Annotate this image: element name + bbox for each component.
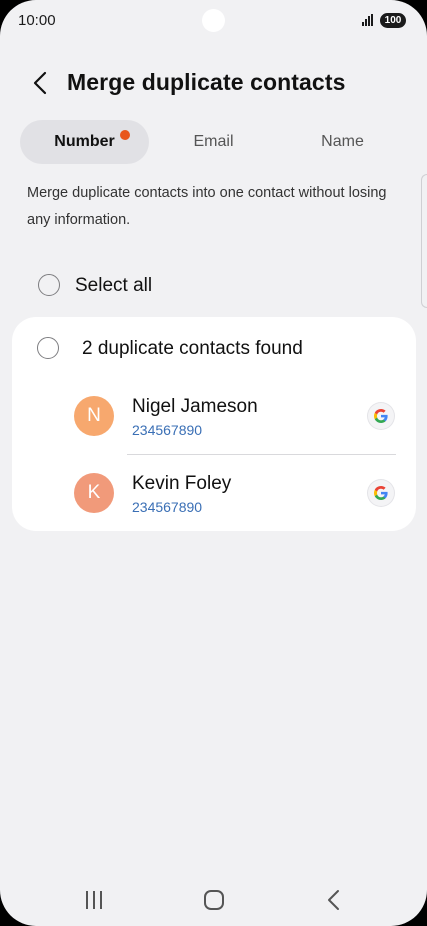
group-title: 2 duplicate contacts found	[82, 338, 303, 359]
duplicate-group-card: 2 duplicate contacts found N Nigel James…	[12, 317, 416, 531]
contact-row[interactable]: K Kevin Foley 234567890	[62, 460, 402, 526]
home-icon[interactable]	[204, 890, 224, 910]
navigation-bar	[0, 870, 427, 926]
tab-email[interactable]: Email	[160, 120, 267, 164]
avatar: K	[74, 473, 114, 513]
description-text: Merge duplicate contacts into one contac…	[27, 185, 387, 228]
select-all-row[interactable]: Select all	[26, 266, 406, 306]
contact-number: 234567890	[132, 422, 203, 438]
recents-icon[interactable]	[84, 891, 104, 909]
status-bar: 10:00 100	[0, 0, 427, 42]
tab-label: Number	[54, 133, 115, 150]
avatar: N	[74, 396, 114, 436]
contact-number: 234567890	[132, 499, 203, 515]
divider	[127, 454, 396, 455]
contact-name: Nigel Jameson	[132, 396, 258, 417]
contact-name: Kevin Foley	[132, 473, 232, 494]
tab-number[interactable]: Number	[20, 120, 149, 164]
tab-label: Email	[193, 133, 234, 150]
group-radio[interactable]	[37, 337, 59, 359]
status-time: 10:00	[18, 12, 56, 29]
select-all-label: Select all	[75, 275, 153, 296]
signal-icon	[362, 14, 376, 26]
tab-label: Name	[321, 133, 364, 150]
battery-icon: 100	[380, 13, 406, 28]
contact-row[interactable]: N Nigel Jameson 234567890	[62, 383, 402, 449]
google-icon	[368, 480, 394, 506]
select-all-radio[interactable]	[38, 274, 60, 296]
phone-screen: 10:00 100 Merge duplicate contacts Numbe…	[0, 0, 427, 926]
page-title: Merge duplicate contacts	[67, 69, 346, 95]
tab-name[interactable]: Name	[290, 120, 395, 164]
chevron-left-icon	[33, 71, 47, 95]
camera-cutout	[202, 9, 225, 32]
notification-dot	[120, 130, 130, 140]
google-icon	[368, 403, 394, 429]
back-icon[interactable]	[323, 888, 345, 912]
back-button[interactable]	[24, 66, 56, 100]
scrollbar[interactable]	[421, 174, 427, 308]
